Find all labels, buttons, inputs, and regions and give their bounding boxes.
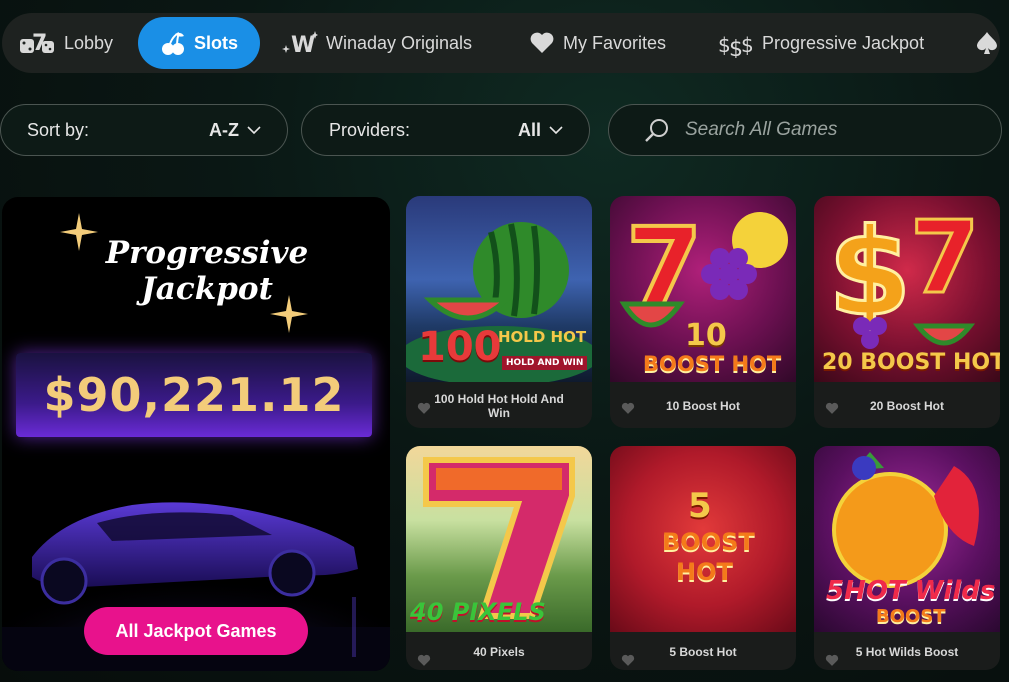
game-title: 100 Hold Hot Hold And Win <box>406 382 592 428</box>
search-icon <box>644 118 670 149</box>
game-title-text: 10 Boost Hot <box>665 399 740 413</box>
art-subtitle: HOLD HOT <box>498 328 587 346</box>
chevron-down-icon <box>247 125 261 135</box>
art-subtitle-2: HOT <box>676 558 733 586</box>
game-card[interactable]: $ 7 20 BOOST HOT 20 Boost Hot <box>814 196 1000 428</box>
dice-seven-icon: 7 <box>18 30 56 56</box>
providers-value: All <box>518 120 563 141</box>
game-title-text: 40 Pixels <box>473 645 525 659</box>
art-title: 10 <box>685 318 727 353</box>
jackpot-amount: $90,221.12 <box>43 368 345 422</box>
art-subtitle-2: HOLD AND WIN <box>502 356 588 370</box>
game-thumbnail: 40 PIXELS <box>406 446 592 632</box>
game-title: 5 Boost Hot <box>610 632 796 670</box>
jackpot-title-line1: Progressive <box>105 235 309 271</box>
art-title: 40 PIXELS <box>410 598 546 626</box>
jackpot-title-line2: Jackpot <box>141 271 273 307</box>
search-input[interactable]: Search All Games <box>608 104 1002 156</box>
search-placeholder: Search All Games <box>685 119 838 140</box>
all-jackpot-games-button[interactable]: All Jackpot Games <box>84 607 308 655</box>
game-thumbnail: 5 BOOST HOT <box>610 446 796 632</box>
category-nav: 7 Lobby Slots W Winaday Originals My Fav… <box>2 13 1000 73</box>
nav-item-slots[interactable]: Slots <box>138 17 260 69</box>
sort-label: Sort by: <box>27 119 90 140</box>
game-title-text: 20 Boost Hot <box>869 399 944 413</box>
game-thumbnail: $ 7 20 BOOST HOT <box>814 196 1000 382</box>
nav-item-label: Winaday Originals <box>326 32 473 53</box>
game-thumbnail: 5HOT Wilds BOOST <box>814 446 1000 632</box>
nav-item-lobby[interactable]: 7 Lobby <box>18 17 113 69</box>
sort-value: A-Z <box>209 120 261 141</box>
nav-item-label: Slots <box>193 32 238 53</box>
cherry-icon <box>160 30 186 56</box>
nav-item-label: My Favorites <box>563 32 667 53</box>
game-title: 40 Pixels <box>406 632 592 670</box>
winaday-w-icon: W <box>282 29 318 57</box>
nav-item-my-favorites[interactable]: My Favorites <box>529 17 666 69</box>
game-card[interactable]: 5 BOOST HOT 5 Boost Hot <box>610 446 796 670</box>
art-title: 100 <box>418 324 502 370</box>
jackpot-amount-box: $90,221.12 <box>16 353 372 437</box>
nav-item-label: Lobby <box>64 32 114 53</box>
jackpot-title: Progressive Jackpot <box>72 235 342 307</box>
game-card[interactable]: 100 HOLD HOT HOLD AND WIN 100 Hold Hot H… <box>406 196 592 428</box>
game-thumbnail: 7 10 BOOST HOT <box>610 196 796 382</box>
game-card[interactable]: 5HOT Wilds BOOST 5 Hot Wilds Boost <box>814 446 1000 670</box>
art-title: 5 <box>688 486 712 526</box>
art-subtitle: BOOST <box>662 528 755 556</box>
svg-text:W: W <box>291 33 315 57</box>
sort-value-text: A-Z <box>209 119 239 140</box>
progressive-jackpot-panel: Progressive Jackpot $90,221.12 All Jackp… <box>2 197 390 671</box>
game-card[interactable]: 7 10 BOOST HOT 10 Boost Hot <box>610 196 796 428</box>
game-title: 10 Boost Hot <box>610 382 796 428</box>
game-title-text: 100 Hold Hot Hold And Win <box>434 392 564 420</box>
game-title: 20 Boost Hot <box>814 382 1000 428</box>
art-title: 20 BOOST HOT <box>822 350 1000 375</box>
heart-icon <box>529 31 555 55</box>
nav-item-table-games[interactable] <box>974 17 1000 69</box>
art-subtitle: BOOST HOT <box>643 352 782 376</box>
sort-dropdown[interactable]: Sort by: A-Z <box>0 104 288 156</box>
game-title-text: 5 Boost Hot <box>669 645 737 659</box>
providers-label: Providers: <box>329 119 411 140</box>
providers-value-text: All <box>518 119 542 140</box>
game-title-text: 5 Hot Wilds Boost <box>855 645 959 659</box>
game-thumbnail: 100 HOLD HOT HOLD AND WIN <box>406 196 592 382</box>
nav-item-winaday-originals[interactable]: W Winaday Originals <box>282 17 472 69</box>
nav-item-label: Progressive Jackpot <box>762 32 925 53</box>
providers-dropdown[interactable]: Providers: All <box>301 104 590 156</box>
svg-text:7: 7 <box>910 199 980 316</box>
nav-item-progressive-jackpot[interactable]: $ $ $ Progressive Jackpot <box>718 17 924 69</box>
game-title: 5 Hot Wilds Boost <box>814 632 1000 670</box>
art-title: 5HOT Wilds <box>826 576 996 606</box>
dollar-signs-icon: $ $ $ <box>718 28 754 58</box>
game-card[interactable]: 40 PIXELS 40 Pixels <box>406 446 592 670</box>
art-subtitle: BOOST <box>876 606 946 627</box>
chevron-down-icon <box>549 125 563 135</box>
svg-text:$: $ <box>741 33 754 57</box>
spade-icon <box>974 30 1000 56</box>
